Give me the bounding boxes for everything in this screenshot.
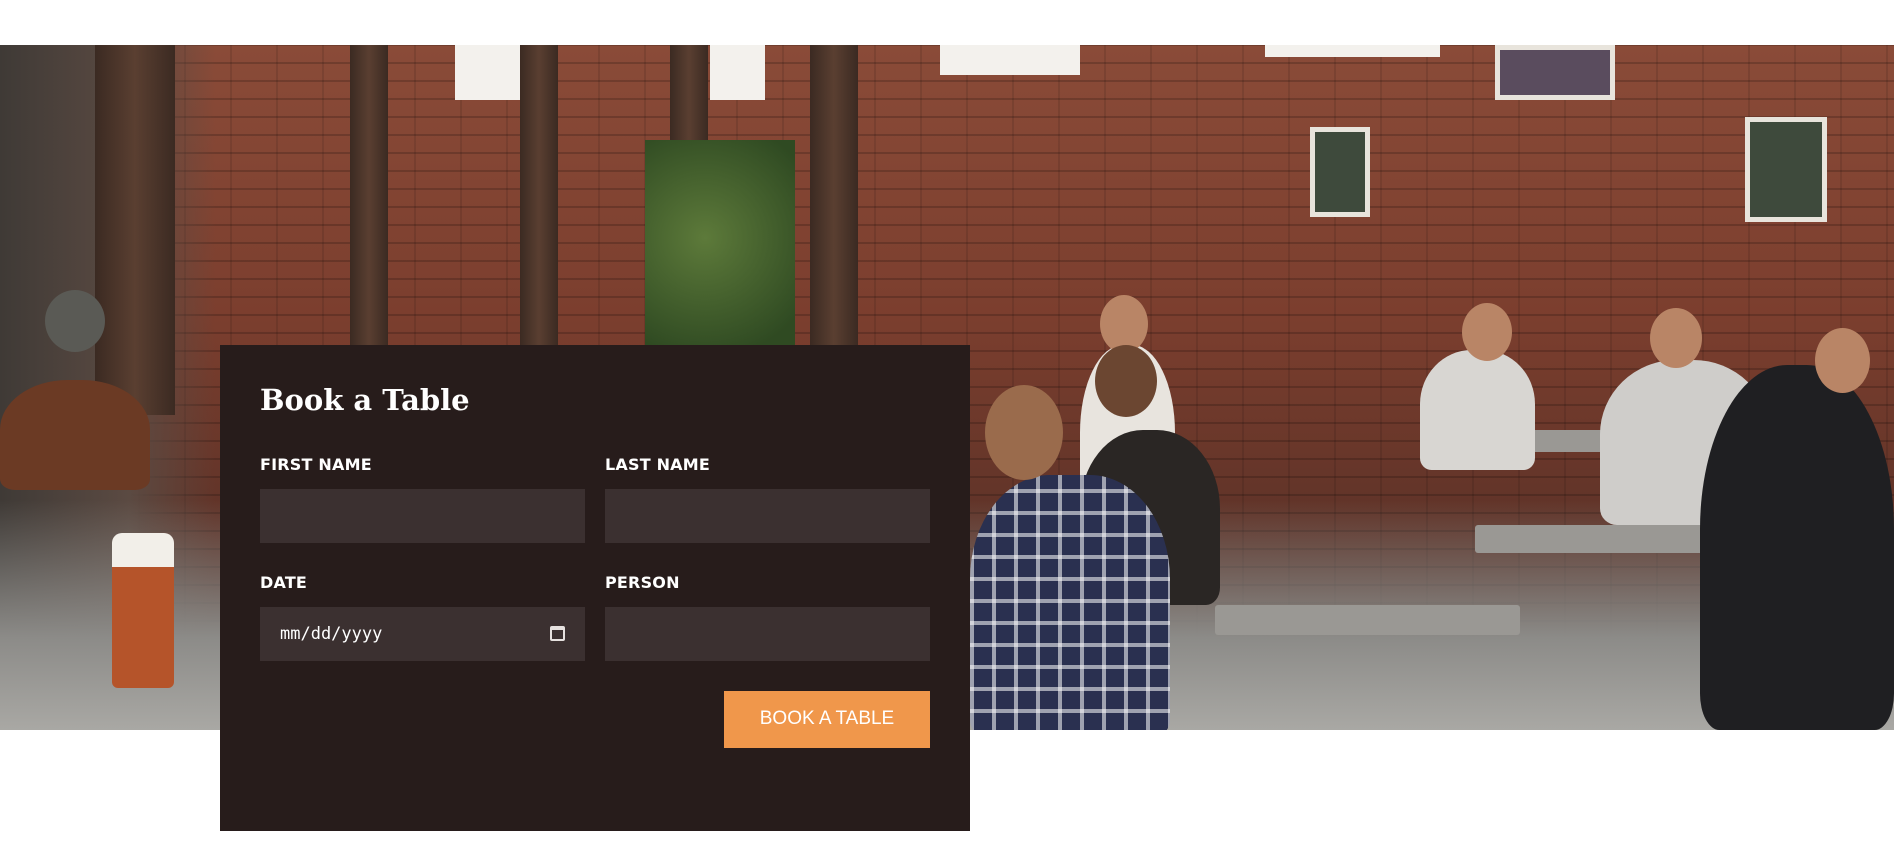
- last-name-label: LAST NAME: [605, 454, 711, 474]
- hero-person: [1420, 350, 1535, 470]
- hero-pillar: [95, 45, 175, 415]
- hero-window: [710, 45, 765, 100]
- hero-table: [1215, 605, 1520, 635]
- person-field: PERSON: [605, 573, 930, 661]
- page: Book a Table FIRST NAME LAST NAME DATE m…: [0, 0, 1894, 856]
- last-name-field: LAST NAME: [605, 455, 930, 543]
- first-name-input[interactable]: [260, 488, 585, 543]
- hero-person-head: [45, 290, 105, 352]
- date-field: DATE mm/dd/yyyy: [260, 573, 585, 661]
- hero-person: [0, 380, 150, 490]
- hero-person-head: [985, 385, 1063, 480]
- booking-title: Book a Table: [260, 383, 470, 417]
- hero-person-head: [1650, 308, 1702, 368]
- hero-person-head: [1095, 345, 1157, 417]
- hero-pillar: [520, 45, 558, 355]
- calendar-icon[interactable]: [550, 626, 565, 642]
- date-person-row: DATE mm/dd/yyyy PERSON: [260, 573, 930, 661]
- hero-wall-art: [1310, 127, 1370, 217]
- hero-window: [940, 45, 1080, 75]
- book-a-table-button[interactable]: BOOK A TABLE: [724, 690, 930, 748]
- hero-pillar: [810, 45, 858, 355]
- hero-person: [970, 475, 1170, 730]
- person-input[interactable]: [605, 606, 930, 661]
- first-name-label: FIRST NAME: [260, 454, 372, 474]
- hero-window: [1265, 45, 1440, 57]
- hero-pillar: [350, 45, 388, 355]
- form-actions: BOOK A TABLE: [260, 690, 930, 748]
- last-name-input[interactable]: [605, 488, 930, 543]
- hero-bottle: [112, 533, 174, 688]
- hero-person-head: [1815, 328, 1870, 393]
- date-value: mm/dd/yyyy: [280, 623, 383, 644]
- hero-wall-art: [1495, 45, 1615, 100]
- booking-form: Book a Table FIRST NAME LAST NAME DATE m…: [220, 345, 970, 831]
- first-name-field: FIRST NAME: [260, 455, 585, 543]
- hero-wall-art: [1745, 117, 1827, 222]
- hero-person-head: [1462, 303, 1512, 361]
- date-input[interactable]: mm/dd/yyyy: [260, 606, 585, 661]
- name-row: FIRST NAME LAST NAME: [260, 455, 930, 543]
- person-label: PERSON: [605, 572, 680, 592]
- date-label: DATE: [260, 572, 308, 592]
- hero-window: [455, 45, 520, 100]
- hero-person: [1700, 365, 1894, 730]
